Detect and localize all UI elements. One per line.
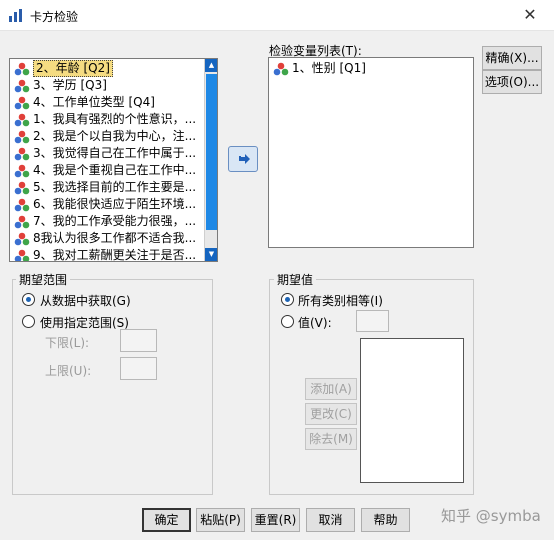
list-item[interactable]: 8我认为很多工作都不适合我...	[12, 230, 202, 247]
list-item[interactable]: 7、我的工作承受能力很强，...	[12, 213, 202, 230]
all-equal-label[interactable]: 所有类别相等(I)	[298, 292, 383, 309]
nominal-variable-icon	[14, 232, 30, 246]
list-item-label: 4、工作单位类型 [Q4]	[33, 95, 155, 109]
expected-range-title: 期望范围	[16, 271, 71, 288]
list-item-label: 1、我具有强烈的个性意识，...	[33, 112, 197, 126]
list-item[interactable]: 1、性别 [Q1]	[271, 60, 461, 77]
expected-range-group	[12, 279, 213, 495]
list-item[interactable]: 6、我能很快适应于陌生环境...	[12, 196, 202, 213]
nominal-variable-icon	[14, 147, 30, 161]
list-item-label: 1、性别 [Q1]	[292, 61, 366, 75]
change-button[interactable]: 更改(C)	[305, 403, 357, 425]
list-item[interactable]: 4、我是个重视自己在工作中...	[12, 162, 202, 179]
from-data-label[interactable]: 从数据中获取(G)	[40, 292, 131, 309]
nominal-variable-icon	[14, 96, 30, 110]
move-to-test-list-button[interactable]	[228, 146, 258, 172]
list-item[interactable]: 2、我是个以自我为中心，注...	[12, 128, 202, 145]
nominal-variable-icon	[14, 181, 30, 195]
nominal-variable-icon	[14, 249, 30, 261]
watermark: 知乎 @symba	[441, 507, 541, 525]
list-item-label: 6、我能很快适应于陌生环境...	[33, 197, 197, 211]
reset-button[interactable]: 重置(R)	[251, 508, 300, 532]
close-icon[interactable]: ✕	[516, 4, 544, 26]
lower-bound-input[interactable]	[120, 329, 157, 352]
list-item[interactable]: 3、学历 [Q3]	[12, 77, 202, 94]
nominal-variable-icon	[14, 79, 30, 93]
scroll-up-icon[interactable]: ▲	[205, 59, 217, 72]
options-button[interactable]: 选项(O)...	[482, 70, 542, 94]
ok-button[interactable]: 确定	[142, 508, 191, 532]
test-variable-list[interactable]: 1、性别 [Q1]	[268, 57, 474, 248]
from-data-radio[interactable]	[22, 293, 35, 306]
list-item[interactable]: 5、我选择目前的工作主要是...	[12, 179, 202, 196]
source-variable-list[interactable]: 2、年龄 [Q2] 3、学历 [Q3] 4、工作单位类型 [Q4] 1、我具有强烈的个…	[9, 58, 218, 262]
exact-button[interactable]: 精确(X)...	[482, 46, 542, 70]
nominal-variable-icon	[273, 62, 289, 76]
upper-bound-label: 上限(U):	[45, 364, 92, 378]
list-item-label: 7、我的工作承受能力很强，...	[33, 214, 197, 228]
list-item-label: 8我认为很多工作都不适合我...	[33, 231, 197, 245]
nominal-variable-icon	[14, 215, 30, 229]
upper-bound-input[interactable]	[120, 357, 157, 380]
nominal-variable-icon	[14, 62, 30, 76]
list-item-label: 2、我是个以自我为中心，注...	[33, 129, 197, 143]
list-item-label: 5、我选择目前的工作主要是...	[33, 180, 197, 194]
scrollbar-thumb[interactable]	[206, 74, 217, 230]
nominal-variable-icon	[14, 130, 30, 144]
vertical-scrollbar[interactable]: ▲ ▼	[204, 59, 217, 261]
remove-button[interactable]: 除去(M)	[305, 428, 357, 450]
arrow-right-icon	[239, 154, 250, 164]
nominal-variable-icon	[14, 113, 30, 127]
add-button[interactable]: 添加(A)	[305, 378, 357, 400]
list-item-label: 4、我是个重视自己在工作中...	[33, 163, 197, 177]
all-equal-radio[interactable]	[281, 293, 294, 306]
expected-values-title: 期望值	[274, 271, 317, 288]
list-item-label: 3、学历 [Q3]	[33, 78, 107, 92]
list-item-label: 2、年龄 [Q2]	[33, 60, 113, 77]
list-item-label: 9、我对工薪酬更关注于是否...	[33, 248, 197, 262]
list-item[interactable]: 2、年龄 [Q2]	[12, 60, 202, 77]
cancel-button[interactable]: 取消	[306, 508, 355, 532]
paste-button[interactable]: 粘贴(P)	[196, 508, 245, 532]
app-icon	[9, 9, 22, 22]
window-title: 卡方检验	[30, 10, 79, 24]
expected-values-list[interactable]	[360, 338, 464, 483]
help-button[interactable]: 帮助	[361, 508, 410, 532]
list-item[interactable]: 4、工作单位类型 [Q4]	[12, 94, 202, 111]
lower-bound-label: 下限(L):	[45, 336, 90, 350]
list-item[interactable]: 9、我对工薪酬更关注于是否...	[12, 247, 202, 262]
list-item-label: 3、我觉得自己在工作中属于...	[33, 146, 197, 160]
list-item[interactable]: 1、我具有强烈的个性意识，...	[12, 111, 202, 128]
nominal-variable-icon	[14, 164, 30, 178]
values-radio[interactable]	[281, 315, 294, 328]
use-range-label[interactable]: 使用指定范围(S)	[40, 314, 129, 331]
nominal-variable-icon	[14, 198, 30, 212]
scroll-down-icon[interactable]: ▼	[205, 248, 217, 261]
list-item[interactable]: 3、我觉得自己在工作中属于...	[12, 145, 202, 162]
use-range-radio[interactable]	[22, 315, 35, 328]
value-input[interactable]	[356, 310, 389, 332]
title-bar: 卡方检验 ✕	[0, 0, 554, 31]
values-label[interactable]: 值(V):	[298, 314, 332, 331]
